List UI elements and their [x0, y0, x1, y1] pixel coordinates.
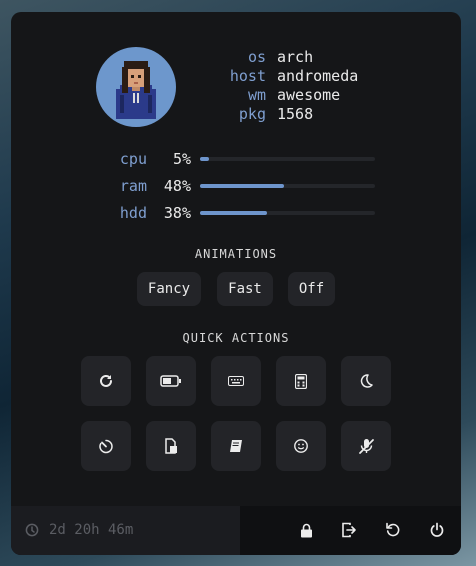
- animation-fast-button[interactable]: Fast: [217, 272, 273, 306]
- info-key: wm: [247, 86, 266, 104]
- animation-off-button[interactable]: Off: [288, 272, 335, 306]
- book-icon: [230, 440, 242, 452]
- moon-icon: [360, 374, 373, 388]
- night-mode-button[interactable]: [341, 356, 391, 406]
- info-key: os: [247, 48, 266, 66]
- stat-bar-track: [200, 211, 375, 215]
- notes-button[interactable]: [211, 421, 261, 471]
- refresh-icon: [100, 374, 112, 387]
- stat-bar-fill: [200, 157, 209, 161]
- mute-microphone-button[interactable]: [341, 421, 391, 471]
- emoji-button[interactable]: [276, 421, 326, 471]
- screenshot-icon: [165, 438, 177, 454]
- reboot-button[interactable]: [382, 519, 404, 541]
- info-value: andromeda: [277, 67, 359, 85]
- keyboard-icon: [228, 376, 244, 386]
- info-row-wm: wm awesome: [11, 86, 461, 105]
- stat-bar-track: [200, 184, 375, 188]
- stat-bar-fill: [200, 184, 284, 188]
- battery-icon: [160, 375, 181, 387]
- power-icon: [430, 522, 444, 537]
- quick-actions-title: QUICK ACTIONS: [182, 331, 290, 345]
- stat-hdd: hdd 38%: [11, 203, 461, 223]
- calculator-icon: [295, 373, 307, 389]
- stat-label: hdd: [119, 204, 147, 222]
- animations-title: ANIMATIONS: [194, 247, 278, 261]
- logout-icon: [342, 522, 356, 538]
- sleep-button[interactable]: [252, 519, 274, 541]
- info-value: 1568: [277, 105, 314, 123]
- animation-fancy-button[interactable]: Fancy: [137, 272, 201, 306]
- info-row-host: host andromeda: [11, 67, 461, 86]
- power-menu: [240, 506, 461, 555]
- info-key: host: [229, 67, 266, 85]
- timer-icon: [99, 439, 113, 454]
- info-value: arch: [277, 48, 314, 66]
- uptime-text: 2d 20h 46m: [49, 522, 134, 538]
- lock-icon: [300, 523, 312, 537]
- stat-cpu: cpu 5%: [11, 149, 461, 169]
- clock-icon: [25, 523, 39, 537]
- timer-button[interactable]: [81, 421, 131, 471]
- footer-bar: 2d 20h 46m: [11, 506, 461, 555]
- stat-bar-fill: [200, 211, 267, 215]
- stat-value: 38%: [163, 204, 191, 222]
- info-row-os: os arch: [11, 48, 461, 67]
- stat-value: 48%: [163, 177, 191, 195]
- stat-value: 5%: [172, 150, 191, 168]
- stat-bar-track: [200, 157, 375, 161]
- info-key: pkg: [238, 105, 266, 123]
- smiley-icon: [294, 439, 308, 453]
- uptime-widget: 2d 20h 46m: [11, 506, 240, 555]
- stat-label: cpu: [119, 150, 147, 168]
- moon-icon: [261, 524, 267, 536]
- keyboard-button[interactable]: [211, 356, 261, 406]
- shutdown-button[interactable]: [426, 519, 448, 541]
- dashboard-panel: os arch host andromeda wm awesome pkg 15…: [11, 12, 461, 555]
- screenshot-button[interactable]: [146, 421, 196, 471]
- stat-ram: ram 48%: [11, 176, 461, 196]
- calculator-button[interactable]: [276, 356, 326, 406]
- reboot-icon: [386, 522, 400, 537]
- lock-button[interactable]: [295, 519, 317, 541]
- refresh-button[interactable]: [81, 356, 131, 406]
- mute-microphone-icon: [359, 439, 374, 454]
- info-value: awesome: [277, 86, 341, 104]
- stat-label: ram: [119, 177, 147, 195]
- info-row-pkg: pkg 1568: [11, 105, 461, 124]
- logout-button[interactable]: [338, 519, 360, 541]
- battery-button[interactable]: [146, 356, 196, 406]
